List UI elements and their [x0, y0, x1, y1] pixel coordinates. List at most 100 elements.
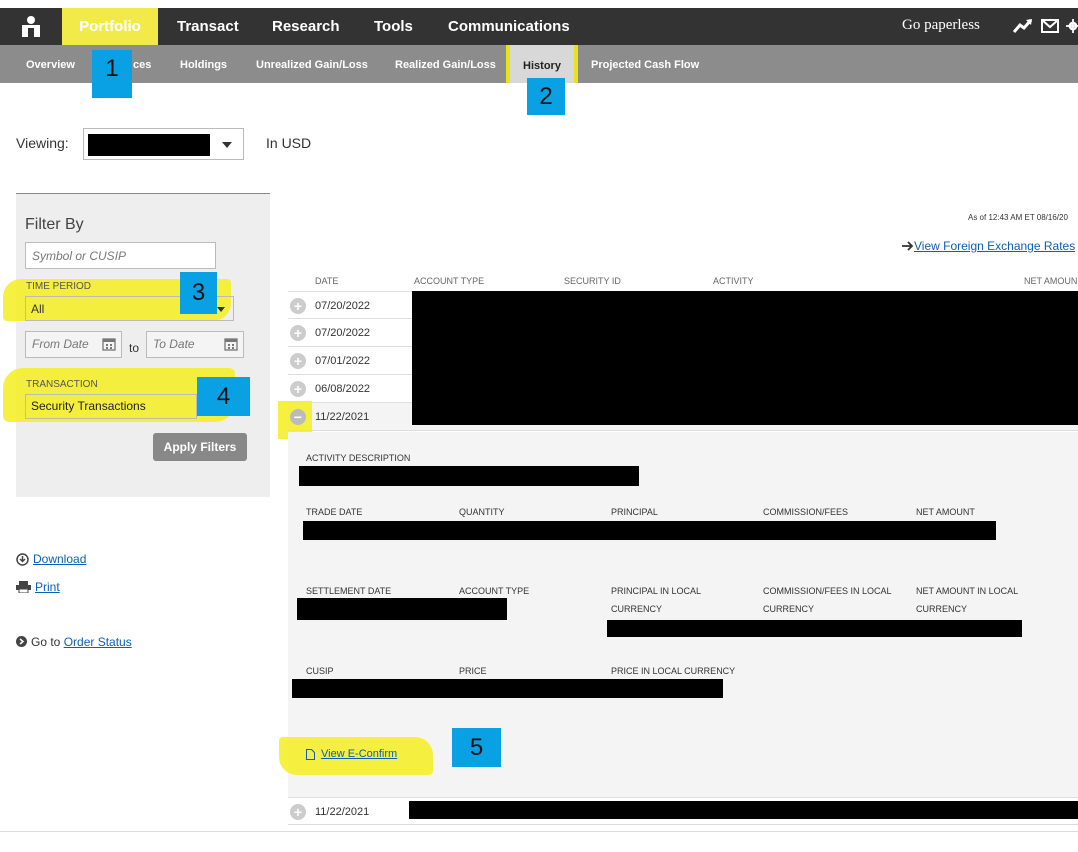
detail-cusip-label: CUSIP — [306, 666, 334, 676]
header-security-id: SECURITY ID — [564, 276, 621, 286]
view-fx-rates-link[interactable]: View Foreign Exchange Rates — [914, 239, 1075, 253]
transaction-select[interactable]: Security Transactions — [25, 394, 197, 419]
detail-trade-date-label: TRADE DATE — [306, 507, 363, 517]
annotation-1: 1 — [92, 50, 132, 98]
nav-portfolio-label: Portfolio — [79, 18, 141, 35]
order-status-link[interactable]: Order Status — [64, 635, 132, 649]
row-date: 07/20/2022 — [315, 327, 371, 339]
detail-principal-label: PRINCIPAL — [611, 507, 658, 517]
annotation-5: 5 — [452, 728, 501, 767]
chevron-down-icon — [217, 307, 225, 312]
redacted-local-amounts — [607, 620, 1022, 637]
subnav-projected-cash-flow[interactable]: Projected Cash Flow — [591, 45, 699, 83]
download-link[interactable]: Download — [33, 552, 86, 566]
header-activity: ACTIVITY — [713, 276, 754, 286]
subnav-balances[interactable]: ces — [133, 45, 151, 83]
filter-title: Filter By — [25, 216, 84, 233]
arrow-circle-right-icon — [16, 636, 27, 647]
go-paperless-link[interactable]: Go paperless — [902, 8, 980, 45]
detail-net-local-label: NET AMOUNT IN LOCAL CURRENCY — [916, 582, 1018, 618]
redacted-cusip-price — [292, 679, 723, 698]
top-navigation: Portfolio Transact Research Tools Commun… — [0, 8, 1078, 45]
redacted-last-row — [409, 801, 1078, 819]
symbol-input[interactable]: Symbol or CUSIP — [25, 242, 216, 269]
transaction-label: TRANSACTION — [26, 379, 98, 390]
calendar-icon[interactable] — [102, 337, 116, 351]
as-of-timestamp: As of 12:43 AM ET 08/16/20 — [968, 213, 1068, 222]
subnav-holdings[interactable]: Holdings — [180, 45, 227, 83]
goto-order-status: Go to Order Status — [31, 635, 132, 649]
mail-icon[interactable] — [1041, 19, 1059, 33]
chart-trend-icon[interactable] — [1013, 18, 1033, 34]
redacted-rows — [412, 291, 1078, 425]
header-date: DATE — [315, 276, 339, 286]
detail-commission-fees-label: COMMISSION/FEES — [763, 507, 849, 517]
document-icon — [306, 749, 315, 760]
detail-commission-local-label: COMMISSION/FEES IN LOCAL CURRENCY — [763, 582, 892, 618]
from-date-placeholder: From Date — [32, 337, 89, 351]
row-date: 11/22/2021 — [315, 806, 370, 818]
expand-icon[interactable]: + — [290, 353, 306, 369]
detail-net-local-line1: NET AMOUNT IN LOCAL — [916, 586, 1019, 596]
arrow-right-icon — [902, 241, 914, 251]
to-date-placeholder: To Date — [153, 337, 195, 351]
to-date-input[interactable]: To Date — [146, 331, 244, 358]
nav-transact[interactable]: Transact — [177, 8, 239, 45]
logo-icon[interactable] — [18, 15, 44, 39]
subnav-unrealized-gain-loss[interactable]: Unrealized Gain/Loss — [256, 45, 368, 83]
download-icon — [16, 553, 29, 566]
detail-commission-local-line1: COMMISSION/FEES IN LOCAL — [763, 586, 892, 596]
redacted-account — [88, 134, 210, 156]
detail-price-label: PRICE — [459, 666, 487, 676]
account-select[interactable] — [83, 128, 244, 160]
nav-portfolio[interactable]: Portfolio — [62, 8, 158, 45]
collapse-icon[interactable]: − — [290, 409, 306, 425]
expand-icon[interactable]: + — [290, 804, 306, 820]
header-account-type: ACCOUNT TYPE — [414, 276, 485, 286]
expand-icon[interactable]: + — [290, 325, 306, 341]
annotation-4: 4 — [197, 377, 250, 416]
gear-icon[interactable] — [1066, 18, 1078, 34]
subnav-overview[interactable]: Overview — [26, 45, 75, 83]
nav-research[interactable]: Research — [272, 8, 340, 45]
apply-filters-button[interactable]: Apply Filters — [153, 433, 247, 461]
detail-quantity-label: QUANTITY — [459, 507, 505, 517]
annotation-3: 3 — [180, 272, 217, 314]
row-date: 11/22/2021 — [315, 411, 370, 423]
view-econfirm-link[interactable]: View E-Confirm — [321, 748, 397, 760]
print-icon — [16, 581, 31, 593]
row-date: 06/08/2022 — [315, 383, 371, 395]
redacted-trade-row — [303, 521, 996, 540]
expand-icon[interactable]: + — [290, 298, 306, 314]
row-date: 07/20/2022 — [315, 300, 371, 312]
expand-icon[interactable]: + — [290, 381, 306, 397]
nav-communications[interactable]: Communications — [448, 8, 570, 45]
header-net-amount: NET AMOUN — [1024, 276, 1078, 286]
detail-principal-local-line2: CURRENCY — [611, 604, 663, 614]
time-period-value: All — [31, 302, 45, 316]
print-link[interactable]: Print — [35, 580, 60, 594]
date-range-to: to — [129, 341, 140, 355]
currency-label: In USD — [266, 135, 312, 151]
detail-activity-description-label: ACTIVITY DESCRIPTION — [306, 453, 411, 463]
detail-principal-local-line1: PRINCIPAL IN LOCAL — [611, 586, 702, 596]
viewing-label: Viewing: — [16, 135, 69, 151]
detail-commission-local-line2: CURRENCY — [763, 604, 815, 614]
from-date-input[interactable]: From Date — [25, 331, 122, 358]
detail-net-amount-label: NET AMOUNT — [916, 507, 975, 517]
chevron-down-icon — [222, 142, 232, 148]
detail-net-local-line2: CURRENCY — [916, 604, 968, 614]
bottom-divider — [0, 831, 1078, 832]
nav-tools[interactable]: Tools — [374, 8, 413, 45]
page: Portfolio Transact Research Tools Commun… — [0, 0, 1078, 852]
row-date: 07/01/2022 — [315, 355, 371, 367]
annotation-2: 2 — [527, 78, 565, 115]
time-period-label: TIME PERIOD — [26, 281, 92, 292]
redacted-activity-description — [299, 466, 639, 486]
redacted-settlement — [297, 598, 507, 620]
detail-principal-local-label: PRINCIPAL IN LOCAL CURRENCY — [611, 582, 701, 618]
calendar-icon[interactable] — [224, 337, 238, 351]
symbol-placeholder: Symbol or CUSIP — [32, 249, 127, 263]
transaction-value: Security Transactions — [31, 399, 146, 413]
subnav-realized-gain-loss[interactable]: Realized Gain/Loss — [395, 45, 496, 83]
